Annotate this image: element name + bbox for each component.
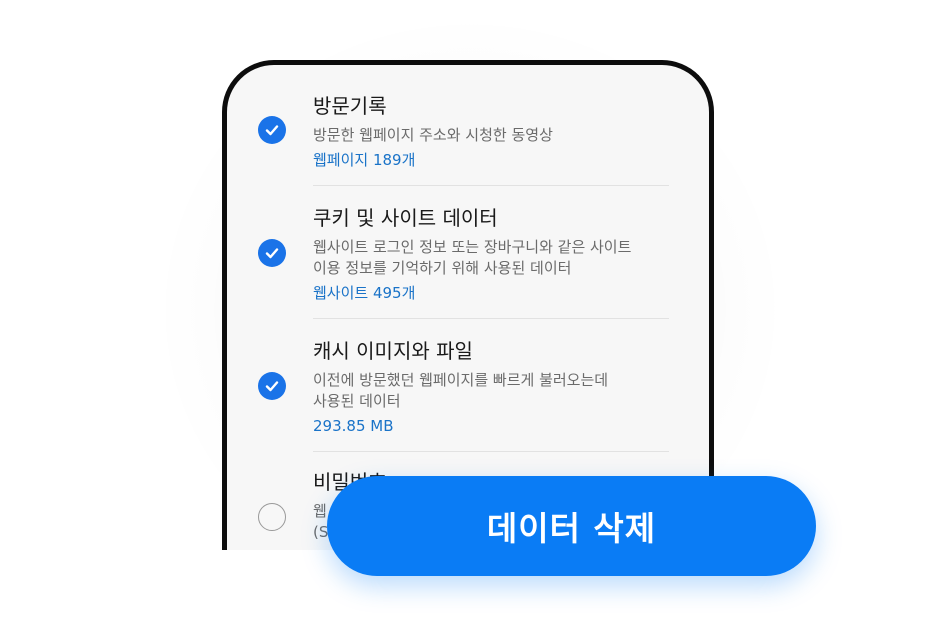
description-line: 사용된 데이터 (313, 392, 401, 410)
item-count: 웹사이트 495개 (313, 284, 416, 302)
delete-data-button[interactable]: 데이터 삭제 (327, 476, 816, 576)
checkbox-checked[interactable] (258, 116, 286, 144)
item-count: 웹페이지 189개 (313, 151, 416, 169)
divider (313, 318, 669, 319)
item-description: 웹사이트 로그인 정보 또는 장바구니와 같은 사이트 이용 정보를 기억하기 … (313, 237, 673, 279)
item-title: 캐시 이미지와 파일 (313, 339, 473, 363)
checkmark-icon (265, 381, 279, 392)
divider (313, 185, 669, 186)
item-size: 293.85 MB (313, 417, 394, 435)
item-description: 방문한 웹페이지 주소와 시청한 동영상 (313, 125, 673, 146)
checkbox-checked[interactable] (258, 239, 286, 267)
list-item-history[interactable]: 방문기록 방문한 웹페이지 주소와 시청한 동영상 웹페이지 189개 (227, 87, 709, 197)
checkmark-icon (265, 125, 279, 136)
list-item-cookies[interactable]: 쿠키 및 사이트 데이터 웹사이트 로그인 정보 또는 장바구니와 같은 사이트… (227, 195, 709, 320)
item-title: 방문기록 (313, 94, 387, 118)
divider (313, 451, 669, 452)
list-item-cache[interactable]: 캐시 이미지와 파일 이전에 방문했던 웹페이지를 빠르게 불러오는데 사용된 … (227, 328, 709, 453)
item-description: 이전에 방문했던 웹페이지를 빠르게 불러오는데 사용된 데이터 (313, 370, 673, 412)
checkmark-icon (265, 248, 279, 259)
description-line: 방문한 웹페이지 주소와 시청한 동영상 (313, 126, 553, 144)
checkbox-checked[interactable] (258, 372, 286, 400)
description-line: 웹사이트 로그인 정보 또는 장바구니와 같은 사이트 (313, 238, 632, 256)
item-title: 쿠키 및 사이트 데이터 (313, 206, 498, 230)
checkbox-unchecked[interactable] (258, 503, 286, 531)
description-line: 이전에 방문했던 웹페이지를 빠르게 불러오는데 (313, 371, 609, 389)
description-line: 이용 정보를 기억하기 위해 사용된 데이터 (313, 259, 572, 277)
